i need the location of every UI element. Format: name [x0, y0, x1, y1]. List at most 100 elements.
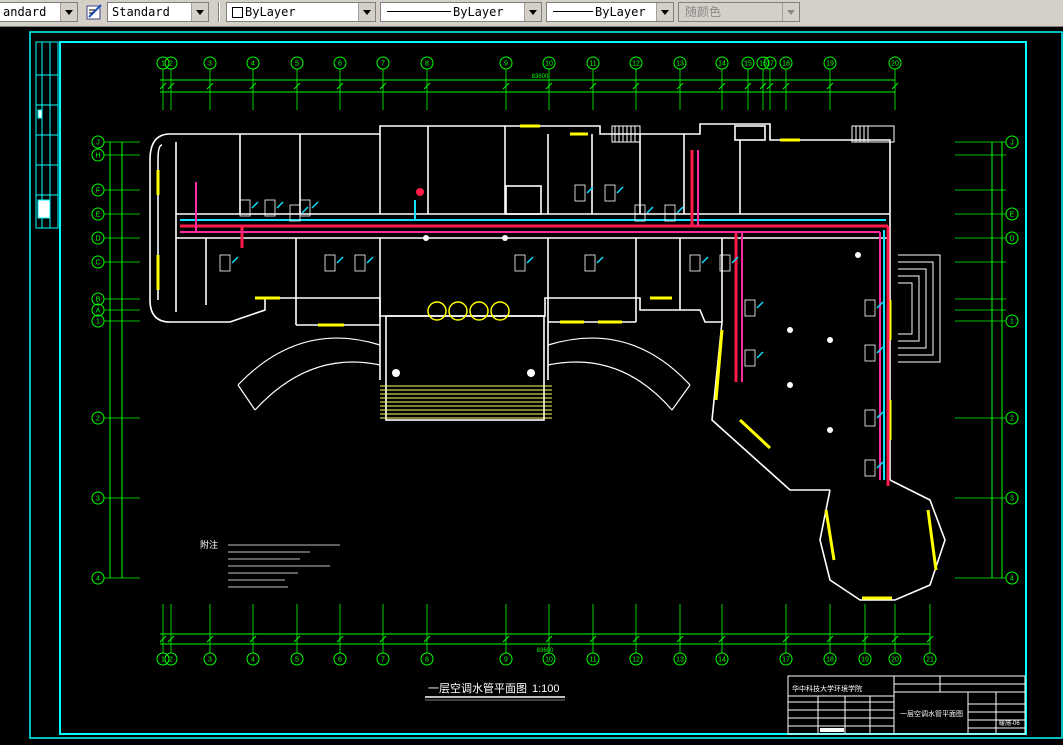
grid-label-top: 18	[782, 61, 790, 68]
grid-label-bottom: 10	[545, 657, 553, 664]
unit-branch-pipe	[336, 256, 344, 264]
grid-label-top: 14	[718, 61, 726, 68]
grid-label-bottom: 9	[504, 657, 508, 664]
chevron-down-icon[interactable]	[60, 3, 77, 21]
grid-label-top: 15	[744, 61, 752, 68]
fan-coil-unit	[574, 184, 586, 202]
grid-label-right: E	[1010, 212, 1015, 219]
fan-coil-unit	[604, 184, 616, 202]
grid-label-bottom: 6	[338, 657, 342, 664]
grid-label-top: 19	[826, 61, 834, 68]
entrance-stairs	[380, 385, 552, 419]
grid-label-right: 1	[1010, 319, 1014, 326]
grid-label-top: 7	[381, 61, 385, 68]
grid-label-right: D	[1009, 236, 1014, 243]
fan-coil-units	[219, 184, 884, 477]
chevron-down-icon[interactable]	[656, 3, 673, 21]
grid-label-bottom: 8	[425, 657, 429, 664]
fan-coil-unit	[689, 254, 701, 272]
unit-branch-pipe	[756, 351, 764, 359]
inner-frame	[59, 41, 1027, 735]
fan-coil-unit	[864, 459, 876, 477]
grid-label-right: J	[1010, 140, 1014, 147]
right-stair-rings	[898, 254, 941, 363]
unit-branch-pipe	[366, 256, 374, 264]
grid-label-left: 2	[96, 416, 100, 423]
dim-style-value: Standard	[112, 5, 170, 19]
linetype-value: ByLayer	[453, 5, 504, 19]
windows	[156, 124, 938, 600]
chevron-down-icon[interactable]	[524, 3, 541, 21]
grid-label-right: 4	[1010, 576, 1014, 583]
grid-label-top: 5	[295, 61, 299, 68]
grid-label-top: 3	[208, 61, 212, 68]
dim-style-combo[interactable]: Standard	[107, 2, 209, 22]
unit-branch-pipe	[616, 186, 624, 194]
fan-coil-unit	[864, 344, 876, 362]
plan-title: 一层空调水管平面图	[428, 681, 527, 695]
fan-coil-unit	[864, 299, 876, 317]
grid-label-top: 9	[504, 61, 508, 68]
grid-label-left: 3	[96, 496, 100, 503]
ceiling-lights	[392, 235, 861, 433]
drawing-canvas[interactable]: 1 2 3 4 5 6 7 8 9 10 11 12 13 14 15 16 17 18 19 20 12345678…	[0, 27, 1063, 740]
grid-label-bottom: 20	[891, 657, 899, 664]
unit-branch-pipe	[276, 201, 284, 209]
return-pipe	[180, 150, 881, 480]
linetype-combo[interactable]: ByLayer	[380, 2, 542, 22]
color-swatch-icon	[232, 7, 243, 18]
grid-label-top: 12	[632, 61, 640, 68]
grid-label-right: 3	[1010, 496, 1014, 503]
grid-label-bottom: 13	[676, 657, 684, 664]
lineweight-value: ByLayer	[595, 5, 646, 19]
grid-label-top: 10	[545, 61, 553, 68]
grid-label-left: B	[96, 297, 101, 304]
block-title: 一层空调水管平面图	[900, 709, 963, 718]
layer-combo[interactable]: ByLayer	[226, 2, 376, 22]
grid-label-top: 4	[251, 61, 255, 68]
chevron-down-icon[interactable]	[358, 3, 375, 21]
grid-label-left: 4	[96, 576, 100, 583]
fan-coil-unit	[289, 204, 301, 222]
grid-axis-top: 1 2 3 4 5 6 7 8 9 10 11 12 13 14 15 16 17 18 19 20	[156, 56, 902, 110]
toolbar-separator	[218, 2, 220, 22]
canopy-arcs	[237, 337, 691, 411]
chevron-down-icon[interactable]	[191, 3, 208, 21]
grid-label-top: 1	[161, 61, 165, 68]
plot-color-value: 随颜色	[685, 5, 722, 19]
properties-toolbar: andard Standard ByLayer ByLayer ByLayer …	[0, 0, 1063, 27]
grid-label-bottom: 7	[381, 657, 385, 664]
grid-label-bottom: 3	[208, 657, 212, 664]
grid-label-top: 13	[676, 61, 684, 68]
grid-label-bottom: 12	[632, 657, 640, 664]
grid-label-top: 8	[425, 61, 429, 68]
chevron-down-icon	[782, 3, 799, 21]
top-total-dimension: 83600	[532, 74, 549, 80]
grid-label-bottom: 4	[251, 657, 255, 664]
unit-branch-pipe	[301, 206, 309, 214]
unit-branch-pipe	[756, 301, 764, 309]
text-style-combo[interactable]: andard	[0, 2, 78, 22]
fan-coil-unit	[744, 349, 756, 367]
grid-label-bottom: 21	[926, 657, 934, 664]
grid-label-bottom: 14	[718, 657, 726, 664]
linetype-sample	[387, 11, 451, 12]
dim-style-icon[interactable]	[86, 3, 104, 21]
grid-label-top: 17	[766, 61, 774, 68]
fan-coil-unit	[514, 254, 526, 272]
grid-label-top: 2	[169, 61, 173, 68]
grid-label-bottom: 5	[295, 657, 299, 664]
text-style-value: andard	[3, 5, 47, 19]
lineweight-sample	[553, 11, 593, 12]
grid-label-left: C	[95, 260, 100, 267]
condensate-pipe	[180, 200, 886, 480]
fan-coil-unit	[664, 204, 676, 222]
fan-coil-unit	[584, 254, 596, 272]
lineweight-combo[interactable]: ByLayer	[546, 2, 674, 22]
school-name: 华中科技大学环境学院	[792, 684, 862, 693]
grid-label-top: 11	[589, 61, 596, 68]
unit-branch-pipe	[311, 201, 319, 209]
unit-branch-pipe	[596, 256, 604, 264]
grid-label-left: F	[96, 188, 100, 195]
grid-label-right: 2	[1010, 416, 1014, 423]
